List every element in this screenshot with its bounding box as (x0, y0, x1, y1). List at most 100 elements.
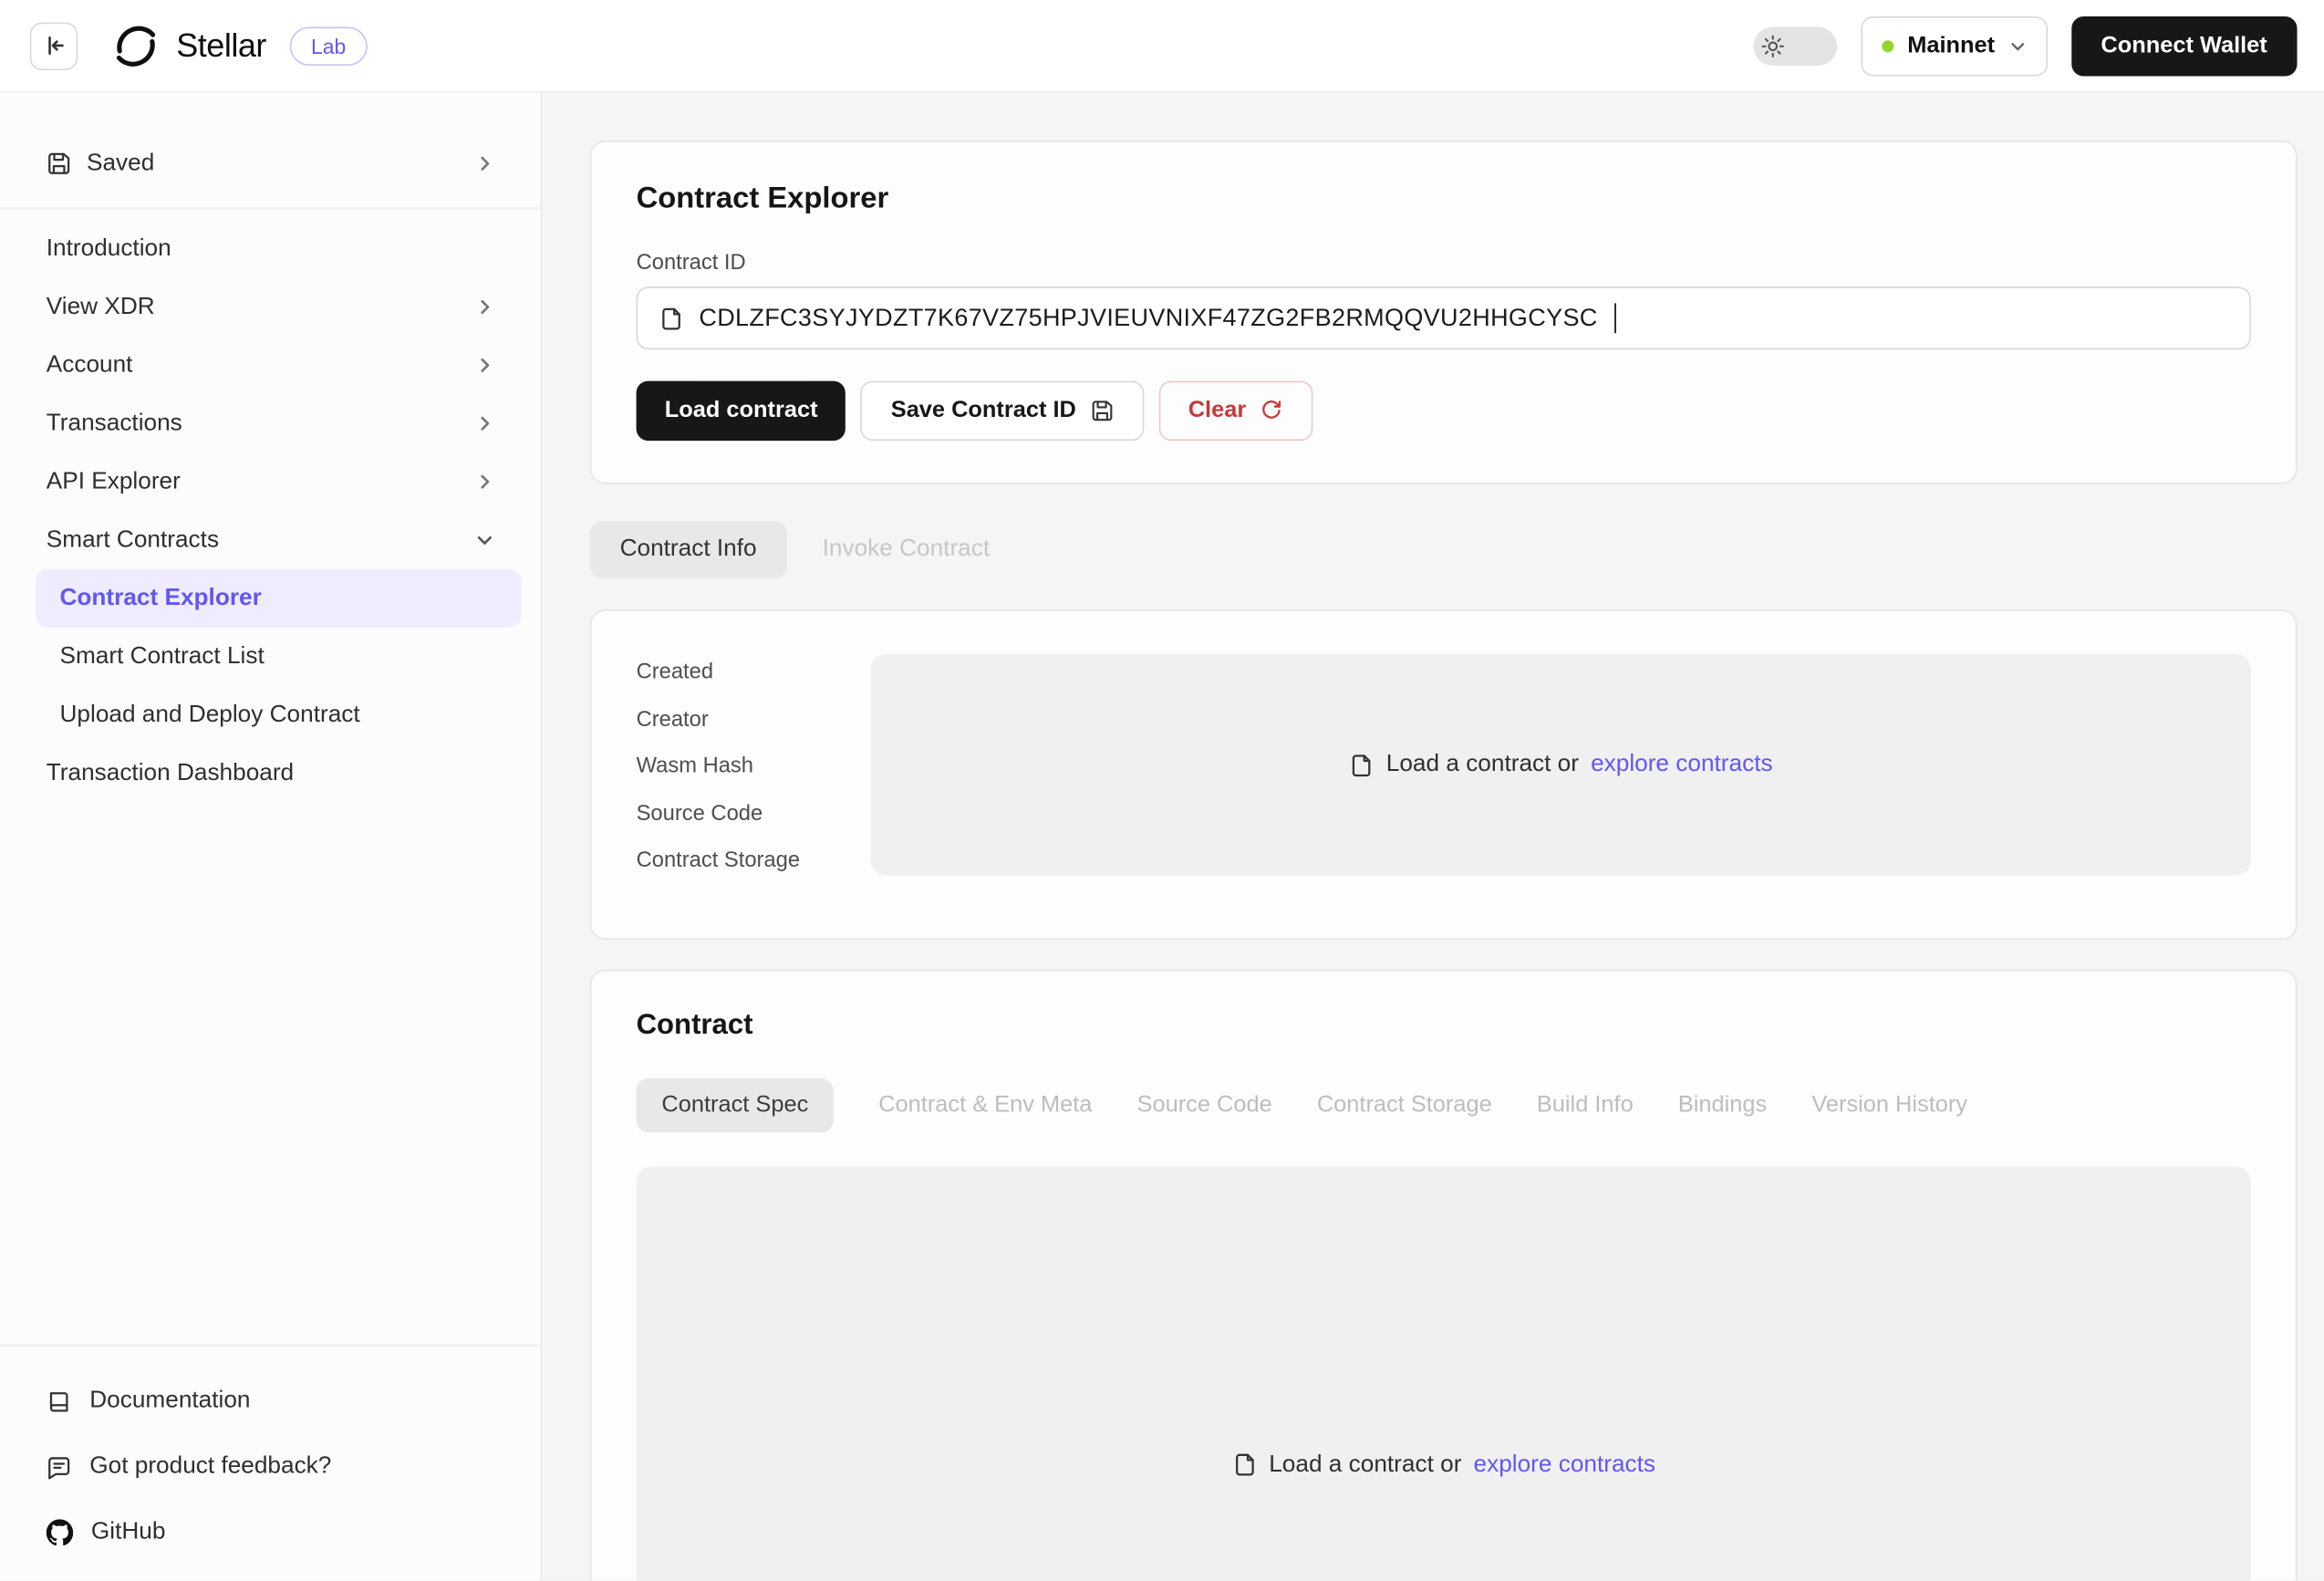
sidebar-item-view-xdr[interactable]: View XDR (24, 278, 516, 337)
contract-id-value: CDLZFC3SYJYDZT7K67VZ75HPJVIEUVNIXF47ZG2F… (699, 304, 1597, 332)
tab-bindings[interactable]: Bindings (1678, 1091, 1767, 1118)
sidebar-item-label: Smart Contract List (60, 643, 265, 670)
book-icon (47, 1389, 72, 1414)
sidebar-item-smart-contracts[interactable]: Smart Contracts (24, 511, 516, 569)
load-contract-button[interactable]: Load contract (637, 381, 846, 442)
contract-icon (659, 306, 684, 331)
network-status-dot (1882, 39, 1893, 51)
explorer-actions: Load contract Save Contract ID Clear (637, 381, 2251, 442)
empty-state-message: Load a contract or explore contracts (1349, 752, 1773, 778)
contract-id-label: Contract ID (637, 251, 2251, 275)
stellar-logo-home-link[interactable]: Stellar (110, 20, 266, 71)
stellar-logo-icon (110, 20, 161, 71)
theme-toggle[interactable] (1754, 26, 1838, 66)
sidebar-item-github[interactable]: GitHub (24, 1500, 516, 1565)
sidebar-item-label: Transactions (47, 411, 182, 437)
main-content: Contract Explorer Contract ID CDLZFC3SYJ… (542, 93, 2324, 1581)
sidebar-item-smart-contract-list[interactable]: Smart Contract List (36, 628, 521, 686)
github-icon (47, 1519, 73, 1545)
network-selector[interactable]: Mainnet (1861, 16, 2047, 76)
contract-icon (1231, 1452, 1257, 1478)
sidebar-item-label: Introduction (47, 235, 171, 262)
empty-state-text: Load a contract or (1386, 752, 1579, 778)
contract-icon (1349, 752, 1375, 777)
explore-contracts-link[interactable]: explore contracts (1591, 752, 1773, 778)
explore-contracts-link[interactable]: explore contracts (1474, 1451, 1656, 1478)
page-title: Contract Explorer (637, 182, 2251, 217)
brand-name: Stellar (176, 26, 266, 66)
save-icon (1090, 399, 1114, 422)
contract-card-title: Contract (637, 1009, 2251, 1042)
sidebar-item-label: Documentation (89, 1388, 250, 1414)
sidebar-item-api-explorer[interactable]: API Explorer (24, 452, 516, 511)
app-root: Stellar Lab Mainnet Connect Wallet (0, 0, 2324, 1581)
field-label-creator: Creator (637, 706, 871, 733)
chevron-right-icon (475, 472, 494, 491)
load-contract-label: Load contract (665, 398, 818, 424)
sidebar-item-label: Smart Contracts (47, 526, 219, 553)
tab-version-history[interactable]: Version History (1811, 1091, 1967, 1118)
sidebar-item-label: Account (47, 352, 133, 379)
sidebar-footer: Documentation Got product feedback? (0, 1345, 541, 1581)
save-icon (47, 151, 72, 176)
field-label-wasm-hash: Wasm Hash (637, 753, 871, 779)
tab-contract-storage[interactable]: Contract Storage (1317, 1091, 1492, 1118)
sidebar: Saved Introduction View XDR Account (0, 93, 542, 1581)
save-contract-id-label: Save Contract ID (891, 398, 1076, 424)
sidebar-item-label: Got product feedback? (89, 1453, 331, 1480)
tab-build-info[interactable]: Build Info (1537, 1091, 1634, 1118)
sidebar-item-account[interactable]: Account (24, 336, 516, 394)
sidebar-item-label: Transaction Dashboard (47, 760, 294, 786)
chevron-down-icon (475, 530, 494, 549)
tab-contract-info[interactable]: Contract Info (590, 521, 787, 577)
sun-icon (1761, 34, 1785, 57)
sidebar-item-label: GitHub (91, 1519, 166, 1545)
contract-card: Contract Contract Spec Contract & Env Me… (590, 969, 2298, 1581)
network-label: Mainnet (1907, 32, 1995, 58)
tab-source-code[interactable]: Source Code (1137, 1091, 1272, 1118)
text-caret (1614, 303, 1616, 333)
tab-contract-spec[interactable]: Contract Spec (637, 1077, 835, 1131)
sidebar-item-label: View XDR (47, 294, 155, 320)
sidebar-item-label: Saved (87, 151, 154, 177)
tab-invoke-contract[interactable]: Invoke Contract (823, 536, 991, 563)
lab-badge: Lab (290, 26, 367, 66)
save-contract-id-button[interactable]: Save Contract ID (861, 381, 1144, 442)
tab-contract-env-meta[interactable]: Contract & Env Meta (878, 1091, 1092, 1118)
header-actions: Mainnet Connect Wallet (1754, 16, 2298, 76)
sidebar-item-contract-explorer[interactable]: Contract Explorer (36, 569, 521, 628)
feedback-icon (47, 1454, 72, 1480)
empty-state-text: Load a contract or (1269, 1451, 1461, 1478)
sidebar-item-transactions[interactable]: Transactions (24, 394, 516, 452)
empty-state-message: Load a contract or explore contracts (1231, 1451, 1655, 1478)
contract-explorer-card: Contract Explorer Contract ID CDLZFC3SYJ… (590, 140, 2298, 484)
chevron-right-icon (475, 414, 494, 433)
sidebar-item-saved[interactable]: Saved (24, 134, 516, 192)
sidebar-nav: Saved Introduction View XDR Account (0, 93, 541, 803)
chevron-right-icon (475, 356, 494, 375)
contract-info-fields: Created Creator Wasm Hash Source Code Co… (637, 654, 871, 894)
sidebar-item-transaction-dashboard[interactable]: Transaction Dashboard (24, 744, 516, 802)
divider (0, 208, 541, 210)
contract-tabs: Contract Spec Contract & Env Meta Source… (637, 1077, 2251, 1131)
field-label-contract-storage: Contract Storage (637, 847, 871, 873)
chevron-right-icon (475, 154, 494, 173)
chevron-right-icon (475, 297, 494, 317)
contract-id-input[interactable]: CDLZFC3SYJYDZT7K67VZ75HPJVIEUVNIXF47ZG2F… (637, 286, 2251, 349)
top-header: Stellar Lab Mainnet Connect Wallet (0, 0, 2324, 93)
contract-empty-state: Load a contract or explore contracts (637, 1166, 2251, 1580)
collapse-sidebar-button[interactable] (30, 22, 78, 69)
clear-button[interactable]: Clear (1158, 381, 1313, 442)
sidebar-item-introduction[interactable]: Introduction (24, 220, 516, 278)
refresh-icon (1260, 399, 1283, 422)
field-label-source-code: Source Code (637, 800, 871, 827)
connect-wallet-button[interactable]: Connect Wallet (2071, 16, 2298, 76)
sidebar-item-feedback[interactable]: Got product feedback? (24, 1434, 516, 1500)
sidebar-item-documentation[interactable]: Documentation (24, 1368, 516, 1434)
contract-info-card: Created Creator Wasm Hash Source Code Co… (590, 609, 2298, 939)
info-empty-state: Load a contract or explore contracts (871, 654, 2251, 875)
chevron-down-icon (2008, 36, 2027, 55)
sidebar-item-upload-deploy-contract[interactable]: Upload and Deploy Contract (36, 686, 521, 744)
sidebar-item-label: Contract Explorer (60, 585, 262, 611)
clear-label: Clear (1188, 398, 1247, 424)
